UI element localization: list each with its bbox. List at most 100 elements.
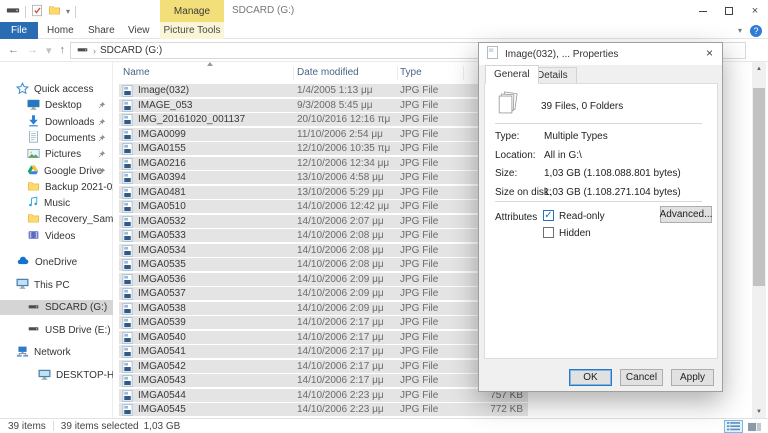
drive-icon [27,301,40,315]
cancel-button[interactable]: Cancel [620,369,663,386]
sidebar-item-music[interactable]: Music [0,196,113,211]
file-type: JPG File [400,302,438,315]
recent-locations-chevron-icon[interactable]: ▾ [46,44,52,57]
back-icon[interactable]: ← [8,44,19,56]
folder-icon [27,212,40,227]
close-button[interactable]: × [742,0,768,22]
scroll-up-icon[interactable]: ▲ [752,62,766,75]
file-date-modified: 14/10/2006 2:08 μμ [297,258,384,271]
file-row[interactable]: IMGA054414/10/2006 2:23 μμJPG File757 KB [119,389,528,402]
sidebar-item-documents[interactable]: Documents [0,131,113,146]
sidebar-item-recovery-sample-c[interactable]: Recovery_Sample_C [0,212,113,227]
tab-home[interactable]: Home [47,22,74,39]
file-row[interactable]: IMGA053614/10/2006 2:09 μμJPG File [119,273,528,286]
file-type: JPG File [400,287,438,300]
minimize-button[interactable] [690,0,716,22]
file-row[interactable]: IMG_20161020_00113720/10/2016 12:16 πμJP… [119,113,528,126]
field-label: Location: [495,150,536,161]
pin-icon [97,118,106,130]
file-row[interactable]: IMGA051014/10/2006 12:42 μμJPG File [119,200,528,213]
sidebar-item-backup-2021-02-07[interactable]: Backup 2021-02-07 [0,180,113,195]
explorer-window: ▾ Manage SDCARD (G:) × File Home Share V… [0,0,768,433]
help-icon[interactable]: ? [750,25,762,37]
tab-file[interactable]: File [0,22,38,39]
file-row[interactable]: IMAGE_0539/3/2008 5:45 μμJPG File [119,99,528,112]
file-row[interactable]: IMGA053314/10/2006 2:08 μμJPG File [119,229,528,242]
details-view-button[interactable] [724,420,743,433]
read-only-checkbox[interactable]: ✓ [543,210,554,221]
hidden-checkbox[interactable] [543,227,554,238]
up-icon[interactable]: ↑ [60,44,66,56]
file-row[interactable]: IMGA039413/10/2006 4:58 μμJPG File [119,171,528,184]
file-type: JPG File [400,157,438,170]
file-row[interactable]: IMGA054014/10/2006 2:17 μμJPG File [119,331,528,344]
file-row[interactable]: IMGA048113/10/2006 5:29 μμJPG File [119,186,528,199]
sidebar-item-pictures[interactable]: Pictures [0,147,113,162]
file-row[interactable]: IMGA021612/10/2006 12:34 μμJPG File [119,157,528,170]
sidebar-item-quick-access[interactable]: Quick access [0,82,113,97]
sidebar-item-onedrive[interactable]: OneDrive [0,255,113,270]
file-row[interactable]: Image(032)1/4/2005 1:13 μμJPG File [119,84,528,97]
file-row[interactable]: IMGA053414/10/2006 2:08 μμJPG File [119,244,528,257]
dialog-tab-general[interactable]: General [485,65,539,84]
advanced-button[interactable]: Advanced... [660,206,712,223]
sidebar-item-google-drive[interactable]: Google Drive [0,164,113,179]
sidebar-item-this-pc[interactable]: This PC [0,278,113,293]
file-row[interactable]: IMGA054114/10/2006 2:17 μμJPG File [119,345,528,358]
tab-picture-tools[interactable]: Picture Tools [160,22,224,39]
file-row[interactable]: IMGA053514/10/2006 2:08 μμJPG File [119,258,528,271]
sidebar-item-sdcard-g-[interactable]: SDCARD (G:) [0,300,113,315]
file-name: IMGA0542 [138,360,186,373]
file-row[interactable]: IMGA053214/10/2006 2:07 μμJPG File [119,215,528,228]
sidebar-item-downloads[interactable]: Downloads [0,115,113,130]
tab-share[interactable]: Share [88,22,115,39]
sidebar-item-desktop-hu849t5[interactable]: DESKTOP-HU849T5 [0,368,113,383]
field-value: Multiple Types [544,131,608,142]
file-name: IMGA0543 [138,374,186,387]
vertical-scrollbar[interactable]: ▲ ▼ [752,62,766,418]
file-name: IMGA0216 [138,157,186,170]
dialog-close-icon[interactable]: × [706,46,713,60]
sidebar-item-network[interactable]: Network [0,345,113,360]
file-row[interactable]: IMGA053914/10/2006 2:17 μμJPG File [119,316,528,329]
apply-button[interactable]: Apply [671,369,714,386]
column-header-type[interactable]: Type [400,67,422,78]
thumbnails-view-button[interactable] [745,420,764,433]
sidebar-item-usb-drive-e-[interactable]: USB Drive (E:) [0,323,113,338]
sidebar-item-label: Videos [45,231,75,242]
file-row[interactable]: IMGA054514/10/2006 2:23 μμJPG File772 KB [119,403,528,416]
maximize-button[interactable] [716,0,742,22]
file-row[interactable]: IMGA054214/10/2006 2:17 μμJPG File [119,360,528,373]
file-row[interactable]: IMGA009911/10/2006 2:54 μμJPG File [119,128,528,141]
file-row[interactable]: IMGA015512/10/2006 10:35 πμJPG File [119,142,528,155]
sidebar-item-desktop[interactable]: Desktop [0,98,113,113]
ok-button[interactable]: OK [569,369,612,386]
this-pc-icon [16,278,29,293]
contextual-group-manage[interactable]: Manage [160,0,224,22]
column-header-date-modified[interactable]: Date modified [297,67,359,78]
file-date-modified: 14/10/2006 12:42 μμ [297,200,389,213]
new-folder-icon[interactable] [48,4,61,19]
file-date-modified: 14/10/2006 2:09 μμ [297,302,384,315]
breadcrumb[interactable]: SDCARD (G:) [100,45,162,56]
file-row[interactable]: IMGA053714/10/2006 2:09 μμJPG File [119,287,528,300]
tab-view[interactable]: View [128,22,150,39]
properties-shortcut-icon[interactable] [31,4,43,20]
file-type: JPG File [400,186,438,199]
file-type: JPG File [400,99,438,112]
ribbon-collapse-icon[interactable]: ▾ [738,26,742,35]
file-name: IMGA0540 [138,331,186,344]
checkbox-label: Hidden [559,228,591,239]
file-row[interactable]: IMGA053814/10/2006 2:09 μμJPG File [119,302,528,315]
qat-customize-chevron-icon[interactable]: ▾ [66,7,70,16]
file-size: 772 KB [490,403,523,416]
file-date-modified: 14/10/2006 2:09 μμ [297,287,384,300]
scrollbar-thumb[interactable] [753,88,765,286]
scroll-down-icon[interactable]: ▼ [752,405,766,418]
breadcrumb-chevron-icon: › [93,46,96,56]
forward-icon[interactable]: → [27,44,38,56]
file-type: JPG File [400,200,438,213]
file-row[interactable]: IMGA054314/10/2006 2:17 μμJPG File [119,374,528,387]
sidebar-item-videos[interactable]: Videos [0,229,113,244]
column-header-name[interactable]: Name [123,67,150,78]
